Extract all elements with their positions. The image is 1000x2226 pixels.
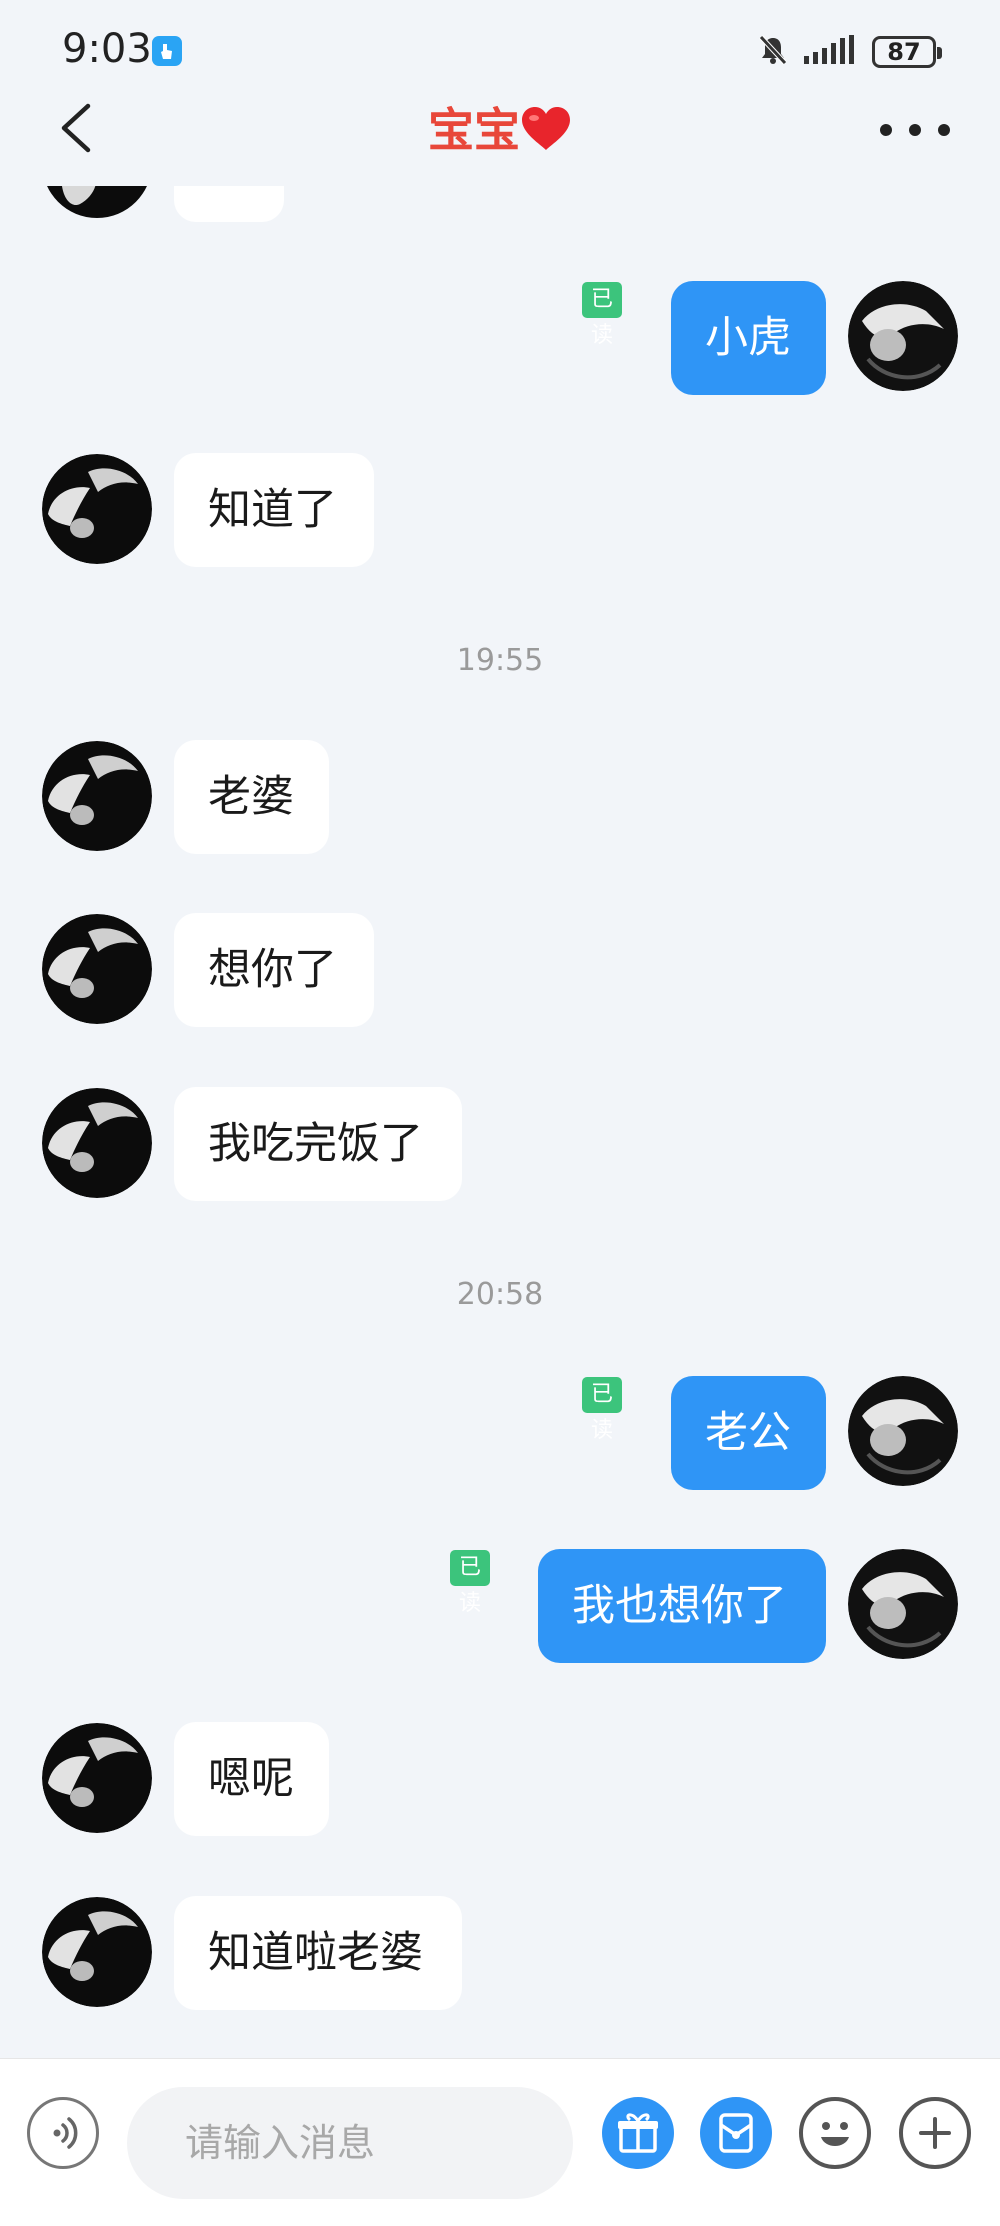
chat-title: 宝宝 xyxy=(0,100,1000,160)
read-badge: 已读 xyxy=(582,282,623,348)
read-badge: 已读 xyxy=(450,1550,491,1616)
read-badge: 已读 xyxy=(582,1377,623,1443)
timestamp: 20:58 xyxy=(456,1277,544,1312)
gift-button[interactable] xyxy=(602,2097,674,2169)
contact-avatar[interactable] xyxy=(42,1723,152,1833)
message-bubble[interactable]: 老公 xyxy=(671,1376,826,1490)
message-bubble[interactable]: 知道啦老婆 xyxy=(174,1896,462,2010)
my-avatar[interactable] xyxy=(848,1376,958,1486)
signal-icon xyxy=(802,34,860,70)
chat-header: 宝宝 xyxy=(0,100,1000,260)
my-avatar[interactable] xyxy=(848,281,958,391)
emoji-icon xyxy=(821,2122,849,2146)
status-time: 9:03 xyxy=(62,26,152,72)
app-notification-icon xyxy=(152,36,182,66)
timestamp: 19:55 xyxy=(456,643,544,678)
message-bubble[interactable]: 嗯呢 xyxy=(174,1722,329,1836)
message-bubble[interactable]: 老婆 xyxy=(174,740,329,854)
red-packet-button[interactable] xyxy=(700,2097,772,2169)
status-right: 87 xyxy=(756,32,942,72)
contact-avatar[interactable] xyxy=(42,1088,152,1198)
more-dot xyxy=(938,124,950,136)
my-avatar[interactable] xyxy=(848,1549,958,1659)
message-input[interactable] xyxy=(127,2087,573,2199)
contact-avatar[interactable] xyxy=(42,1897,152,2007)
voice-icon xyxy=(53,2117,78,2149)
heart-icon xyxy=(522,107,570,150)
battery-indicator: 87 xyxy=(872,36,942,68)
more-button[interactable] xyxy=(880,118,950,142)
message-input-bar xyxy=(0,2058,1000,2226)
plus-button[interactable] xyxy=(899,2097,971,2169)
red-packet-icon xyxy=(719,2113,753,2153)
plus-icon xyxy=(919,2117,951,2149)
chat-title-text: 宝宝 xyxy=(428,103,520,157)
message-bubble[interactable]: 我也想你了 xyxy=(538,1549,826,1663)
status-bar: 9:03 87 xyxy=(0,0,1000,100)
contact-avatar[interactable] xyxy=(42,454,152,564)
contact-avatar[interactable] xyxy=(42,914,152,1024)
bell-off-icon xyxy=(756,33,790,71)
more-dot xyxy=(880,124,892,136)
heart-emoji xyxy=(520,103,572,157)
message-bubble[interactable]: 知道了 xyxy=(174,453,374,567)
gift-icon xyxy=(618,2113,658,2153)
contact-avatar[interactable] xyxy=(42,741,152,851)
message-bubble[interactable]: 小虎 xyxy=(671,281,826,395)
message-bubble[interactable]: 想你了 xyxy=(174,913,374,1027)
more-dot xyxy=(909,124,921,136)
message-bubble[interactable]: 我吃完饭了 xyxy=(174,1087,462,1201)
emoji-button[interactable] xyxy=(799,2097,871,2169)
voice-button[interactable] xyxy=(27,2097,99,2169)
